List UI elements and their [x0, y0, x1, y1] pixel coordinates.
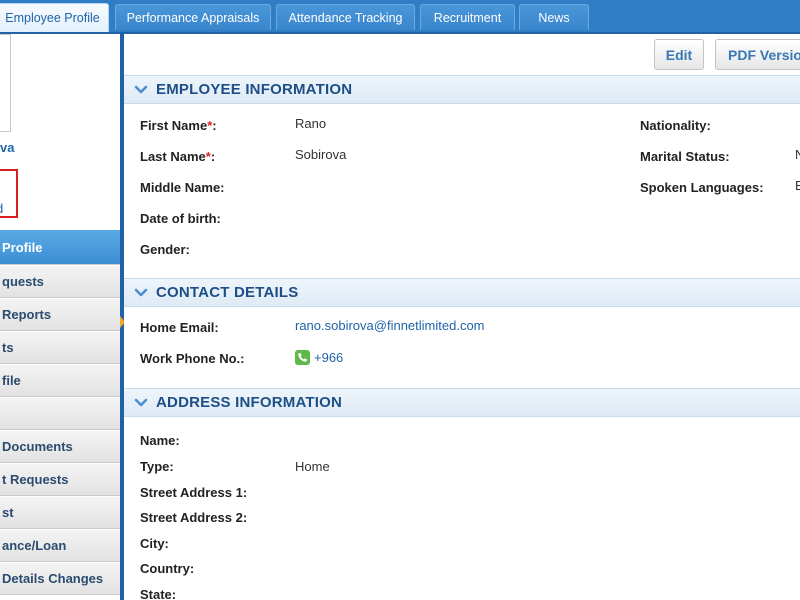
address-name-label: Name: [140, 433, 180, 448]
last-name-value: Sobirova [295, 147, 347, 162]
employee-photo [0, 34, 11, 132]
chevron-down-icon [134, 288, 148, 296]
section-header-address-information[interactable]: ADDRESS INFORMATION [124, 388, 800, 417]
employee-name-link[interactable]: va [0, 140, 14, 155]
address-type-value: Home [295, 459, 330, 474]
sidebar-item-details-changes[interactable]: Details Changes [0, 563, 120, 595]
section-title: CONTACT DETAILS [156, 284, 299, 301]
sidebar-item-advance-loan[interactable]: ance/Loan [0, 530, 120, 562]
required-asterisk: * [207, 118, 213, 133]
date-of-birth-label: Date of birth: [140, 211, 221, 226]
required-asterisk: * [205, 149, 211, 164]
main-content: Edit PDF Version EMPLOYEE INFORMATION Fi… [124, 34, 800, 600]
city-label: City: [140, 536, 169, 551]
country-label: Country: [140, 561, 195, 576]
tab-recruitment[interactable]: Recruitment [420, 4, 515, 30]
street-address-2-label: Street Address 2: [140, 510, 248, 525]
section-title: ADDRESS INFORMATION [156, 394, 343, 411]
nationality-label: Nationality: [640, 118, 711, 133]
tab-attendance-tracking[interactable]: Attendance Tracking [276, 4, 415, 30]
marital-status-value: N [795, 147, 800, 162]
sidebar-link[interactable]: d [0, 201, 3, 216]
sidebar-item-file[interactable]: file [0, 365, 120, 397]
state-label: State: [140, 587, 177, 600]
edit-button[interactable]: Edit [654, 39, 704, 70]
first-name-value: Rano [295, 116, 327, 131]
section-header-employee-information[interactable]: EMPLOYEE INFORMATION [124, 75, 800, 104]
sidebar-item-documents[interactable]: Documents [0, 431, 120, 463]
sidebar-item-reports[interactable]: Reports [0, 299, 120, 331]
sidebar-item-t-requests[interactable]: t Requests [0, 464, 120, 496]
sidebar-item-st[interactable]: st [0, 497, 120, 529]
gender-label: Gender: [140, 242, 190, 257]
section-header-contact-details[interactable]: CONTACT DETAILS [124, 278, 800, 307]
sidebar-item-requests[interactable]: quests [0, 266, 120, 298]
pdf-version-button[interactable]: PDF Version [715, 39, 800, 70]
address-type-label: Type: [140, 459, 174, 474]
tab-news[interactable]: News [519, 4, 589, 30]
work-phone-label: Work Phone No.: [140, 351, 245, 366]
sidebar-item-blank[interactable] [0, 398, 120, 430]
tab-performance-appraisals[interactable]: Performance Appraisals [115, 4, 271, 30]
top-tab-bar: Employee Profile Performance Appraisals … [0, 0, 800, 34]
tab-employee-profile[interactable]: Employee Profile [0, 3, 109, 32]
sidebar-item-ts[interactable]: ts [0, 332, 120, 364]
work-phone-value[interactable]: +966 [295, 350, 343, 365]
phone-icon[interactable] [295, 350, 310, 365]
spoken-languages-label: Spoken Languages: [640, 180, 764, 195]
sidebar-item-profile[interactable]: Profile [0, 230, 120, 265]
home-email-link[interactable]: rano.sobirova@finnetlimited.com [295, 318, 485, 333]
section-title: EMPLOYEE INFORMATION [156, 81, 353, 98]
sidebar-menu: Profile quests Reports ts file Documents… [0, 230, 120, 596]
chevron-down-icon [134, 85, 148, 93]
chevron-down-icon [134, 398, 148, 406]
spoken-languages-value: E [795, 178, 800, 193]
left-sidebar: va d Profile quests Reports ts file Docu… [0, 34, 120, 600]
marital-status-label: Marital Status: [640, 149, 730, 164]
first-name-label: First Name*: [140, 118, 217, 133]
street-address-1-label: Street Address 1: [140, 485, 248, 500]
last-name-label: Last Name*: [140, 149, 216, 164]
home-email-label: Home Email: [140, 320, 219, 335]
middle-name-label: Middle Name: [140, 180, 225, 195]
